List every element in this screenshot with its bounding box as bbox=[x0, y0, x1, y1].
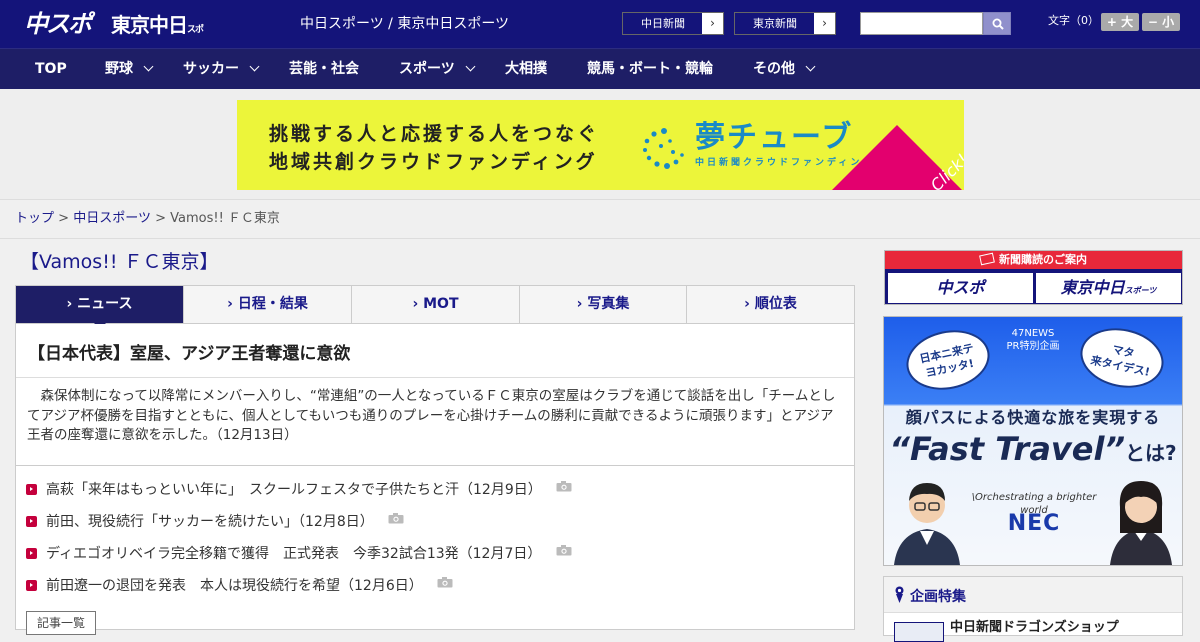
chevron-down-icon bbox=[465, 61, 476, 72]
font-size-label: 文字（0） bbox=[1048, 14, 1099, 27]
subscription-heading: 新聞購読のご案内 bbox=[885, 251, 1182, 269]
nav-item-entertainment[interactable]: 芸能・社会 bbox=[289, 49, 359, 90]
chevron-right-icon: › bbox=[702, 13, 723, 34]
woman-photo bbox=[1110, 481, 1172, 565]
site-logo[interactable]: 中スポ 東京中日スポーツ bbox=[24, 9, 209, 66]
camera-icon bbox=[556, 545, 572, 556]
site-title: 中日スポーツ / 東京中日スポーツ bbox=[300, 16, 510, 32]
top-header: 中スポ 東京中日スポーツ 中日スポーツ / 東京中日スポーツ 中日新聞 › 東京… bbox=[0, 0, 1200, 66]
subscribe-chuspo-link[interactable]: 中スポ bbox=[888, 273, 1033, 303]
arrow-marker-icon bbox=[26, 484, 37, 495]
banner-line-2: 地域共創クラウドファンディング bbox=[269, 151, 598, 173]
tab-standings[interactable]: › 順位表 bbox=[687, 286, 854, 323]
article-title: 【日本代表】室屋、アジア王者奪還に意欲 bbox=[28, 344, 351, 364]
search-icon bbox=[992, 18, 1004, 30]
nav-item-other[interactable]: その他 bbox=[753, 49, 816, 90]
page-title: 【Vamos!! ＦＣ東京】 bbox=[20, 251, 219, 273]
breadcrumb-current: Vamos!! ＦＣ東京 bbox=[170, 211, 280, 226]
breadcrumb-top[interactable]: トップ bbox=[15, 211, 54, 226]
nav-item-sports[interactable]: スポーツ bbox=[399, 49, 476, 90]
banner-line-1: 挑戦する人と応援する人をつなぐ bbox=[269, 123, 600, 145]
dots-logo-icon bbox=[643, 128, 684, 169]
nav-item-baseball[interactable]: 野球 bbox=[105, 49, 154, 90]
yume-tube-banner-ad[interactable]: 挑戦する人と応援する人をつなぐ 地域共創クラウドファンディング 夢チューブ 中日… bbox=[237, 100, 964, 190]
camera-icon bbox=[556, 481, 572, 492]
chevron-down-icon bbox=[143, 61, 154, 72]
arrow-marker-icon bbox=[26, 548, 37, 559]
subscription-box: 新聞購読のご案内 中スポ 東京中日スポーツ bbox=[884, 250, 1183, 305]
breadcrumb-chunichi-sports[interactable]: 中日スポーツ bbox=[73, 211, 151, 226]
chunichi-shimbun-link[interactable]: 中日新聞 › bbox=[622, 12, 724, 35]
chevron-right-icon: › bbox=[814, 13, 835, 34]
nec-fast-travel-ad[interactable]: 47NEWS PR特別企画 日本ニ来テ ヨカッタ! マタ 来タイデス! 顔パスによ… bbox=[883, 316, 1183, 566]
breadcrumb: トップ > 中日スポーツ > Vamos!! ＦＣ東京 bbox=[0, 201, 1200, 239]
article-body: 森保体制になって以降常にメンバー入りし、“常連組”の一人となっているＦＣ東京の室… bbox=[27, 388, 836, 443]
subscribe-tokyo-chunichi-link[interactable]: 東京中日スポーツ bbox=[1036, 273, 1181, 303]
arrow-marker-icon bbox=[26, 580, 37, 591]
medal-icon bbox=[895, 586, 904, 603]
chevron-down-icon bbox=[249, 61, 260, 72]
ad-subtitle: 顔パスによる快適な旅を実現する bbox=[905, 408, 1161, 427]
news-content: 【日本代表】室屋、アジア王者奪還に意欲 森保体制になって以降常にメンバー入りし、… bbox=[15, 324, 855, 635]
banner-brand: 夢チューブ bbox=[695, 120, 854, 155]
camera-icon bbox=[388, 513, 404, 524]
related-article[interactable]: 前田遼一の退団を発表 本人は現役続行を希望（12月6日） bbox=[26, 576, 453, 596]
tab-news[interactable]: › ニュース bbox=[16, 286, 184, 329]
feature-item-dragons-shop[interactable]: 中日新聞ドラゴンズショップ bbox=[950, 619, 1119, 637]
nav-item-sumo[interactable]: 大相撲 bbox=[505, 49, 547, 90]
tab-photos[interactable]: › 写真集 bbox=[520, 286, 687, 323]
tokyo-shimbun-link[interactable]: 東京新聞 › bbox=[734, 12, 836, 35]
article-list-button[interactable]: 記事一覧 bbox=[26, 611, 96, 635]
article-box: 森保体制になって以降常にメンバー入りし、“常連組”の一人となっているＦＣ東京の室… bbox=[16, 377, 854, 466]
font-larger-button[interactable]: + 大 bbox=[1101, 13, 1139, 31]
section-tabs: › ニュース › 日程・結果 › MOT › 写真集 › 順位表 bbox=[15, 285, 855, 329]
logo-chuspo: 中スポ bbox=[24, 10, 92, 38]
nec-logo: NEC bbox=[1007, 511, 1061, 536]
chevron-down-icon bbox=[805, 61, 816, 72]
nav-item-top[interactable]: TOP bbox=[35, 49, 67, 90]
feature-thumbnail[interactable] bbox=[894, 622, 944, 642]
banner-brand-sub: 中日新聞クラウドファンディング bbox=[695, 158, 875, 168]
related-article[interactable]: ディエゴオリベイラ完全移籍で獲得 正式発表 今季32試合13発（12月7日） bbox=[26, 544, 572, 564]
arrow-marker-icon bbox=[26, 516, 37, 527]
envelope-icon bbox=[979, 252, 995, 266]
search-button[interactable] bbox=[983, 12, 1011, 35]
camera-icon bbox=[437, 577, 453, 588]
tab-schedule-results[interactable]: › 日程・結果 bbox=[184, 286, 352, 323]
related-article[interactable]: 高萩「来年はもっといい年に」 スクールフェスタで子供たちと汗（12月9日） bbox=[26, 480, 572, 500]
tab-mot[interactable]: › MOT bbox=[352, 286, 520, 323]
related-article[interactable]: 前田、現役続行「サッカーを続けたい」（12月8日） bbox=[26, 512, 404, 532]
feature-box: 企画特集 中日新聞ドラゴンズショップ bbox=[883, 576, 1183, 642]
man-photo bbox=[894, 483, 960, 565]
nav-item-racing[interactable]: 競馬・ボート・競輪 bbox=[587, 49, 713, 90]
search-input[interactable] bbox=[860, 12, 983, 35]
main-nav: TOP 野球 サッカー 芸能・社会 スポーツ 大相撲 競馬・ボート・競輪 その他 bbox=[0, 48, 1200, 89]
nav-item-soccer[interactable]: サッカー bbox=[183, 49, 260, 90]
font-smaller-button[interactable]: − 小 bbox=[1142, 13, 1180, 31]
feature-heading: 企画特集 bbox=[884, 577, 1182, 613]
